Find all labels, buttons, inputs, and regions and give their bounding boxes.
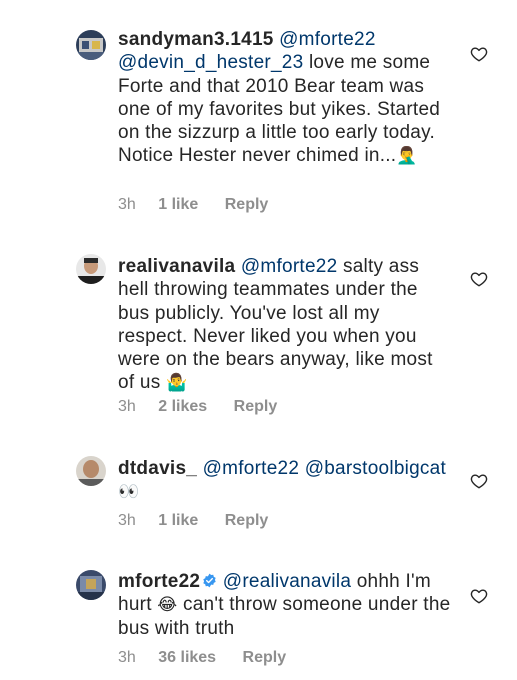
mention-link[interactable]: @barstoolbigcat bbox=[305, 458, 446, 479]
avatar[interactable] bbox=[76, 456, 106, 486]
reply-button[interactable]: Reply bbox=[234, 397, 278, 417]
comment-meta: 3h 1 like Reply bbox=[118, 195, 268, 215]
comment-likes[interactable]: 1 like bbox=[158, 195, 198, 215]
comment-text: realivanavila @mforte22 salty ass hell t… bbox=[118, 255, 453, 395]
comment-meta: 3h 1 like Reply bbox=[118, 511, 268, 531]
comment-meta: 3h 2 likes Reply bbox=[118, 397, 277, 417]
mention-link[interactable]: @mforte22 bbox=[203, 458, 300, 479]
heart-outline-icon[interactable] bbox=[470, 472, 488, 490]
avatar[interactable] bbox=[76, 570, 106, 600]
emoji: 🤷‍♂️ bbox=[165, 373, 188, 393]
heart-outline-icon[interactable] bbox=[470, 270, 488, 288]
comment-time: 3h bbox=[118, 649, 136, 666]
avatar[interactable] bbox=[76, 30, 106, 60]
mention-link[interactable]: @realivanavila bbox=[223, 571, 351, 592]
comment-text: mforte22 @realivanavila ohhh I'm hurt 😂 … bbox=[118, 570, 453, 640]
verified-badge-icon bbox=[203, 573, 216, 588]
comment-meta: 3h 36 likes Reply bbox=[118, 648, 286, 668]
mention-link[interactable]: @mforte22 bbox=[279, 29, 376, 50]
comment-username[interactable]: sandyman3.1415 bbox=[118, 29, 274, 50]
comment-likes[interactable]: 2 likes bbox=[158, 397, 207, 417]
reply-button[interactable]: Reply bbox=[225, 195, 269, 215]
emoji: 👀 bbox=[118, 482, 140, 502]
avatar[interactable] bbox=[76, 254, 106, 284]
comment-username[interactable]: dtdavis_ bbox=[118, 458, 197, 479]
mention-link[interactable]: @mforte22 bbox=[241, 256, 338, 277]
comment-time: 3h bbox=[118, 398, 136, 415]
comment-likes[interactable]: 36 likes bbox=[158, 648, 216, 668]
reply-button[interactable]: Reply bbox=[225, 511, 269, 531]
mention-link[interactable]: @devin_d_hester_23 bbox=[118, 52, 303, 73]
comment-likes[interactable]: 1 like bbox=[158, 511, 198, 531]
comment-text: dtdavis_ @mforte22 @barstoolbigcat 👀 bbox=[118, 457, 453, 504]
comment-username[interactable]: mforte22 bbox=[118, 571, 200, 592]
comment-text: sandyman3.1415 @mforte22 @devin_d_hester… bbox=[118, 28, 453, 168]
emoji: 🤦‍♂️ bbox=[396, 146, 418, 166]
heart-outline-icon[interactable] bbox=[470, 587, 488, 605]
comment-time: 3h bbox=[118, 512, 136, 529]
heart-outline-icon[interactable] bbox=[470, 45, 488, 63]
emoji: 😂 bbox=[157, 595, 178, 615]
comment-time: 3h bbox=[118, 196, 136, 213]
reply-button[interactable]: Reply bbox=[243, 648, 287, 668]
comment-username[interactable]: realivanavila bbox=[118, 256, 235, 277]
